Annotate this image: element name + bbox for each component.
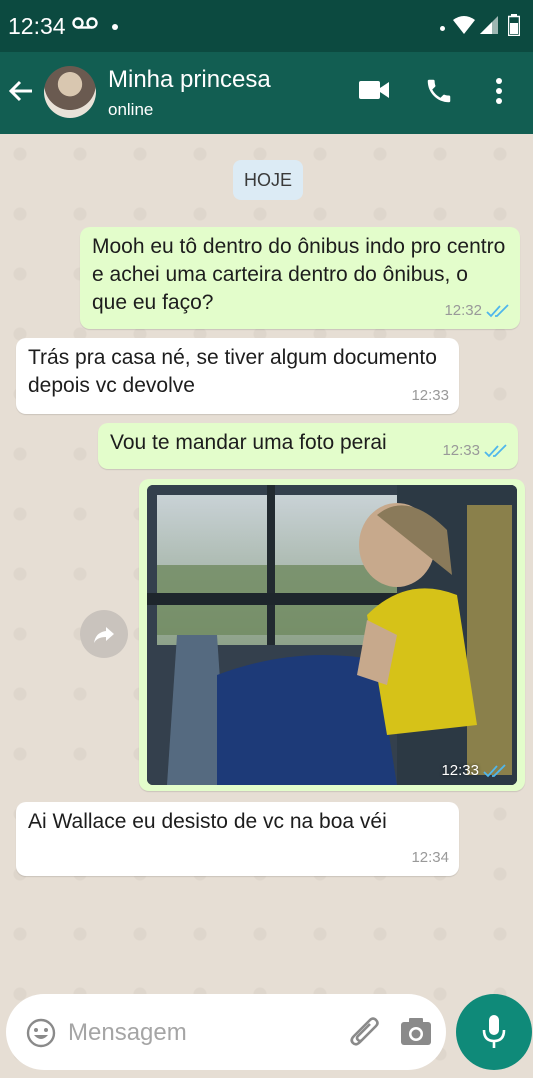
photo[interactable]: 12:33	[147, 485, 517, 785]
message-input[interactable]: Mensagem	[68, 1019, 187, 1047]
chat-area[interactable]: HOJE Mooh eu tô dentro do ônibus indo pr…	[0, 134, 533, 1078]
contact-status: online	[108, 100, 154, 119]
phone-icon[interactable]	[424, 76, 454, 106]
emoji-icon[interactable]	[26, 1018, 56, 1048]
message-outgoing[interactable]: Vou te mandar uma foto perai 12:33	[98, 423, 518, 469]
forward-icon	[94, 627, 114, 643]
contact-name[interactable]: Minha princesa	[108, 66, 271, 94]
message-time: 12:33	[442, 442, 480, 459]
message-text: Trás pra casa né, se tiver algum documen…	[28, 346, 437, 397]
notification-dot	[440, 26, 445, 31]
message-image-outgoing[interactable]: 12:33	[139, 479, 525, 791]
status-bar: 12:34	[0, 0, 533, 52]
back-arrow-icon[interactable]	[6, 76, 36, 106]
attach-icon[interactable]	[348, 1016, 384, 1050]
message-time: 12:33	[441, 762, 479, 779]
bus-photo	[147, 485, 517, 785]
date-chip: HOJE	[233, 160, 303, 200]
message-time: 12:32	[444, 302, 482, 319]
double-check-icon	[484, 444, 507, 458]
message-time: 12:34	[411, 849, 449, 866]
status-time: 12:34	[8, 13, 66, 39]
double-check-icon	[486, 304, 509, 318]
message-incoming[interactable]: Trás pra casa né, se tiver algum documen…	[16, 338, 459, 414]
chat-header: Minha princesa online	[0, 52, 533, 134]
message-time: 12:33	[411, 387, 449, 404]
camera-icon[interactable]	[400, 1018, 432, 1046]
message-text: Ai Wallace eu desisto de vc na boa véi	[28, 810, 387, 833]
double-check-icon	[483, 763, 506, 777]
battery-icon	[508, 14, 520, 36]
mic-button[interactable]	[456, 994, 532, 1070]
notification-dot	[112, 24, 118, 30]
more-menu-icon[interactable]	[494, 76, 504, 106]
signal-icon	[480, 16, 498, 34]
wifi-icon	[453, 16, 475, 34]
message-input-bar[interactable]: Mensagem	[6, 994, 446, 1070]
forward-button[interactable]	[80, 610, 128, 658]
avatar[interactable]	[44, 66, 96, 118]
message-incoming[interactable]: Ai Wallace eu desisto de vc na boa véi 1…	[16, 802, 459, 876]
voicemail-icon	[72, 17, 98, 29]
message-outgoing[interactable]: Mooh eu tô dentro do ônibus indo pro cen…	[80, 227, 520, 329]
video-call-icon[interactable]	[358, 78, 390, 102]
mic-icon	[482, 1015, 506, 1048]
